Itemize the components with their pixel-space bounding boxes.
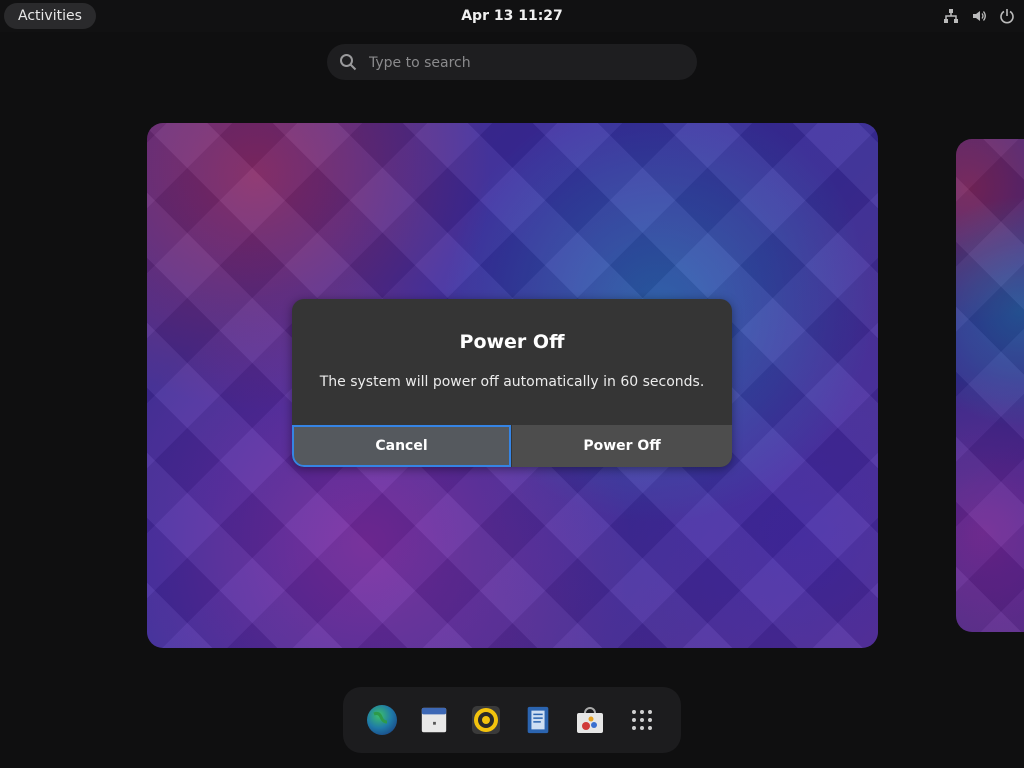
cancel-button[interactable]: Cancel [292, 425, 511, 467]
calendar-icon[interactable] [416, 702, 452, 738]
search-icon [340, 54, 357, 71]
network-icon[interactable] [942, 7, 960, 25]
power-icon[interactable] [998, 7, 1016, 25]
clock[interactable]: Apr 13 11:27 [0, 0, 1024, 32]
search-bar[interactable] [327, 44, 697, 82]
volume-icon[interactable] [970, 7, 988, 25]
web-browser-icon[interactable] [364, 702, 400, 738]
top-bar: Activities Apr 13 11:27 [0, 0, 1024, 32]
system-tray[interactable] [942, 0, 1016, 32]
dialog-title: Power Off [459, 331, 565, 353]
power-off-dialog: Power Off The system will power off auto… [292, 299, 732, 467]
power-off-button[interactable]: Power Off [512, 425, 732, 467]
workspace-thumbnail-next[interactable] [956, 139, 1024, 632]
software-store-icon[interactable] [572, 702, 608, 738]
text-editor-icon[interactable] [520, 702, 556, 738]
show-apps-icon[interactable] [624, 702, 660, 738]
dash [343, 687, 681, 753]
dialog-message: The system will power off automatically … [319, 374, 705, 390]
music-player-icon[interactable] [468, 702, 504, 738]
search-input[interactable] [367, 44, 691, 82]
